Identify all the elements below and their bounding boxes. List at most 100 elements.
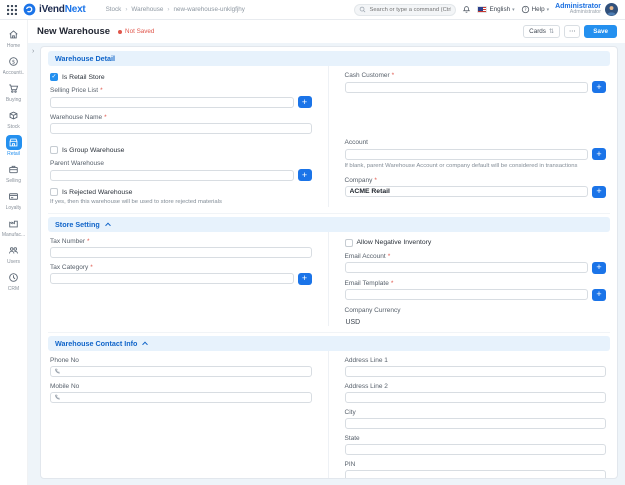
section-contact-info: Warehouse Contact Info Phone No (48, 336, 610, 479)
breadcrumb-stock[interactable]: Stock (106, 6, 122, 13)
phone-no-input[interactable] (50, 366, 312, 377)
section-warehouse-detail: Warehouse Detail ✓ Is Retail Store Selli… (48, 51, 610, 214)
sidebar-item-buying[interactable]: Buying (0, 81, 28, 108)
checkbox-unchecked-icon (50, 188, 58, 196)
user-menu[interactable]: Administrator Administrator (555, 3, 618, 17)
global-search[interactable] (354, 4, 456, 16)
crm-icon (8, 272, 19, 283)
stock-box-icon (8, 110, 19, 121)
add-email-template-button[interactable]: + (592, 289, 606, 301)
notifications-bell-icon[interactable] (462, 5, 471, 14)
account-input[interactable] (345, 149, 589, 160)
selling-price-list-label: Selling Price List* (50, 87, 312, 94)
is-retail-store-checkbox[interactable]: ✓ Is Retail Store (50, 73, 312, 81)
allow-negative-inventory-checkbox[interactable]: Allow Negative Inventory (345, 239, 607, 247)
breadcrumb-warehouse[interactable]: Warehouse (131, 6, 163, 13)
add-cash-customer-button[interactable]: + (592, 81, 606, 93)
collapse-chevron-icon (143, 342, 149, 348)
parent-warehouse-label: Parent Warehouse (50, 160, 312, 167)
loyalty-card-icon (8, 191, 19, 202)
ivendnext-logo[interactable]: iVendNext (23, 3, 86, 16)
is-group-warehouse-checkbox[interactable]: Is Group Warehouse (50, 146, 312, 154)
checkbox-unchecked-icon (345, 239, 353, 247)
chevron-down-icon: ▾ (512, 7, 515, 13)
account-help: If blank, parent Warehouse Account or co… (345, 163, 607, 171)
mobile-no-input[interactable] (50, 392, 312, 403)
email-template-input[interactable] (345, 289, 589, 300)
search-icon (359, 6, 366, 13)
workspace-sidebar: Home $ Accounti.. Buying Stock Retail Se… (0, 20, 28, 485)
state-label: State (345, 435, 607, 442)
us-flag-icon (477, 6, 487, 13)
tax-number-input[interactable] (50, 247, 312, 258)
cards-view-button[interactable]: Cards ⇅ (523, 25, 560, 38)
email-account-input[interactable] (345, 262, 589, 273)
company-input[interactable] (345, 186, 589, 197)
section-header-store-setting[interactable]: Store Setting (48, 217, 610, 232)
save-button[interactable]: Save (584, 25, 617, 38)
collapse-chevron-icon (105, 223, 111, 229)
search-input[interactable] (369, 7, 451, 13)
tax-category-label: Tax Category* (50, 264, 312, 271)
pin-label: PIN (345, 461, 607, 468)
section-header-contact-info[interactable]: Warehouse Contact Info (48, 336, 610, 351)
email-template-label: Email Template* (345, 280, 607, 287)
language-label: English (489, 6, 510, 13)
tax-category-input[interactable] (50, 273, 294, 284)
add-parent-warehouse-button[interactable]: + (298, 169, 312, 181)
cash-customer-input[interactable] (345, 82, 589, 93)
section-header-warehouse-detail[interactable]: Warehouse Detail (48, 51, 610, 66)
sort-icon: ⇅ (549, 28, 554, 35)
add-account-button[interactable]: + (592, 148, 606, 160)
add-tax-category-button[interactable]: + (298, 273, 312, 285)
address-line-1-label: Address Line 1 (345, 357, 607, 364)
selling-briefcase-icon (8, 164, 19, 175)
warehouse-name-label: Warehouse Name* (50, 114, 312, 121)
breadcrumb: Stock › Warehouse › new-warehouse-unklgf… (106, 6, 245, 13)
sidebar-item-loyalty[interactable]: Loyalty (0, 189, 28, 216)
sidebar-item-selling[interactable]: Selling (0, 162, 28, 189)
warehouse-name-input[interactable] (50, 123, 312, 134)
help-icon: ? (521, 5, 530, 14)
svg-text:?: ? (524, 7, 526, 12)
selling-price-list-input[interactable] (50, 97, 294, 108)
parent-warehouse-input[interactable] (50, 170, 294, 181)
pin-input[interactable] (345, 470, 607, 479)
warehouse-form: Warehouse Detail ✓ Is Retail Store Selli… (40, 46, 618, 479)
sidebar-item-stock[interactable]: Stock (0, 108, 28, 135)
company-currency-label: Company Currency (345, 307, 607, 314)
users-icon (8, 245, 19, 256)
page-title: New Warehouse (37, 26, 110, 37)
address-line-1-input[interactable] (345, 366, 607, 377)
home-icon (8, 29, 19, 40)
add-email-account-button[interactable]: + (592, 262, 606, 274)
mobile-no-label: Mobile No (50, 383, 312, 390)
add-company-button[interactable]: + (592, 186, 606, 198)
sidebar-item-accounting[interactable]: $ Accounti.. (0, 54, 28, 81)
state-input[interactable] (345, 444, 607, 455)
company-label: Company* (345, 177, 607, 184)
help-menu[interactable]: ? Help ▾ (521, 5, 549, 14)
sidebar-item-home[interactable]: Home (0, 27, 28, 54)
apps-grid-icon[interactable] (7, 5, 17, 15)
address-line-2-input[interactable] (345, 392, 607, 403)
add-selling-price-list-button[interactable]: + (298, 96, 312, 108)
logo-text-next: Next (65, 4, 86, 15)
more-menu-button[interactable]: ⋯ (564, 25, 580, 38)
sidebar-item-users[interactable]: Users (0, 243, 28, 270)
page-header: New Warehouse Not Saved Cards ⇅ ⋯ Save (28, 20, 625, 43)
sidebar-item-manufacturing[interactable]: Manufac... (0, 216, 28, 243)
is-rejected-warehouse-checkbox[interactable]: Is Rejected Warehouse (50, 188, 312, 196)
sidebar-collapse-toggle[interactable]: › (30, 46, 39, 479)
checkbox-checked-icon: ✓ (50, 73, 58, 81)
phone-no-label: Phone No (50, 357, 312, 364)
language-selector[interactable]: English ▾ (477, 6, 514, 13)
sidebar-item-crm[interactable]: CRM (0, 270, 28, 297)
city-input[interactable] (345, 418, 607, 429)
breadcrumb-current: new-warehouse-unklgfjhy (174, 6, 245, 13)
user-role: Administrator (555, 10, 601, 16)
retail-store-icon (8, 137, 19, 148)
status-badge: Not Saved (118, 28, 154, 35)
breadcrumb-separator: › (125, 6, 127, 13)
sidebar-item-retail[interactable]: Retail (0, 135, 28, 162)
